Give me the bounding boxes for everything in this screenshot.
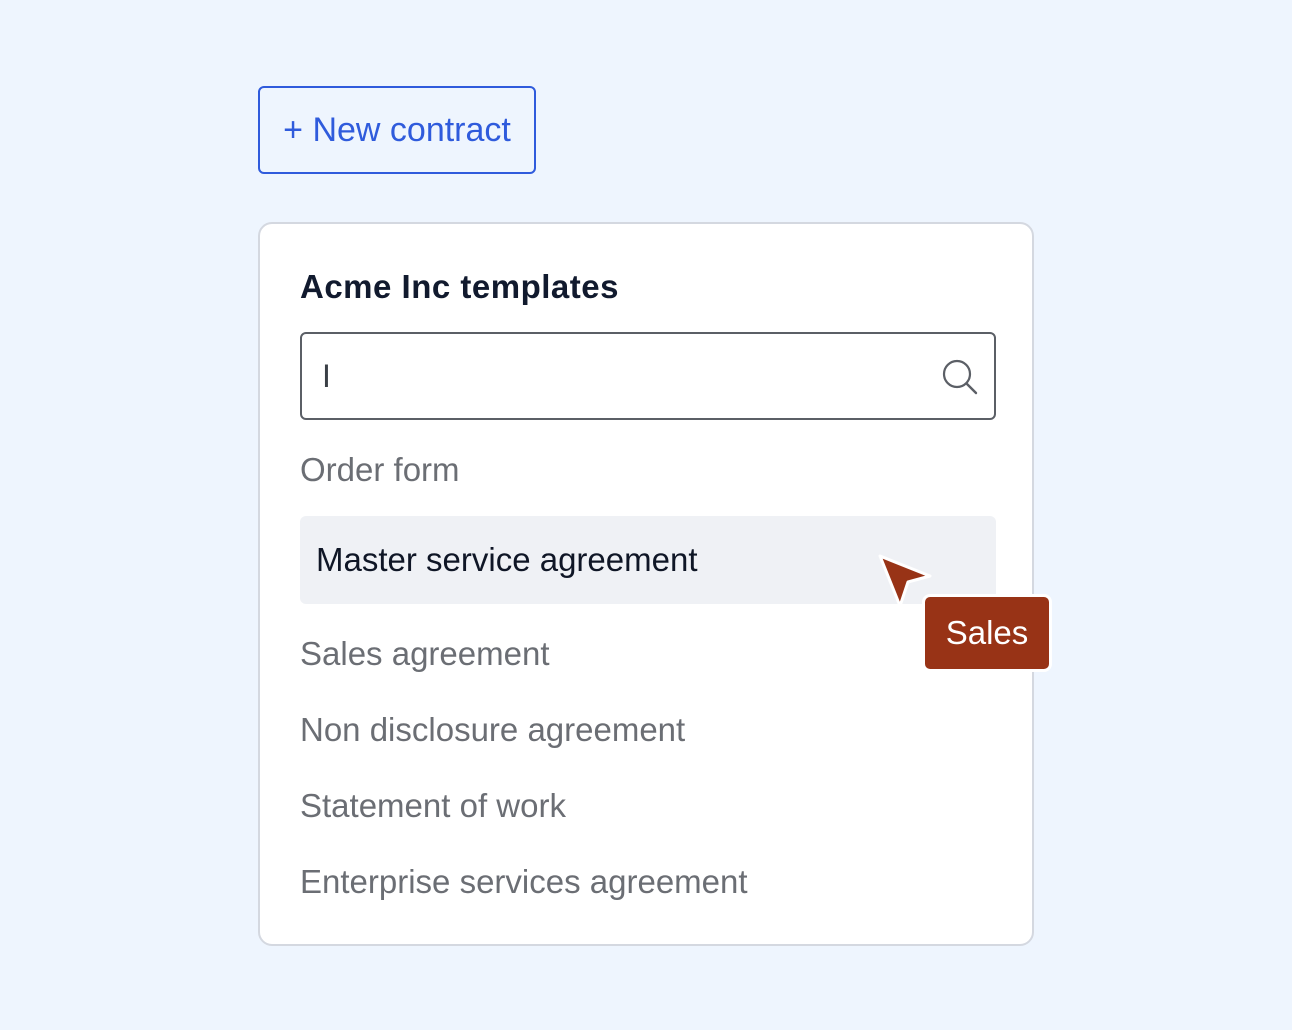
new-contract-button[interactable]: + New contract — [258, 86, 536, 174]
template-item-statement-of-work[interactable]: Statement of work — [300, 762, 996, 850]
panel-title: Acme Inc templates — [300, 268, 619, 305]
template-item-order-form[interactable]: Order form — [300, 426, 996, 514]
search-field[interactable] — [300, 332, 996, 420]
search-input[interactable] — [322, 334, 912, 418]
template-item-enterprise-services-agreement[interactable]: Enterprise services agreement — [300, 838, 996, 926]
template-item-sales-agreement[interactable]: Sales agreement — [300, 610, 996, 698]
template-item-non-disclosure-agreement[interactable]: Non disclosure agreement — [300, 686, 996, 774]
collaborator-name-tag: Sales — [922, 594, 1052, 672]
search-icon[interactable] — [940, 357, 980, 397]
